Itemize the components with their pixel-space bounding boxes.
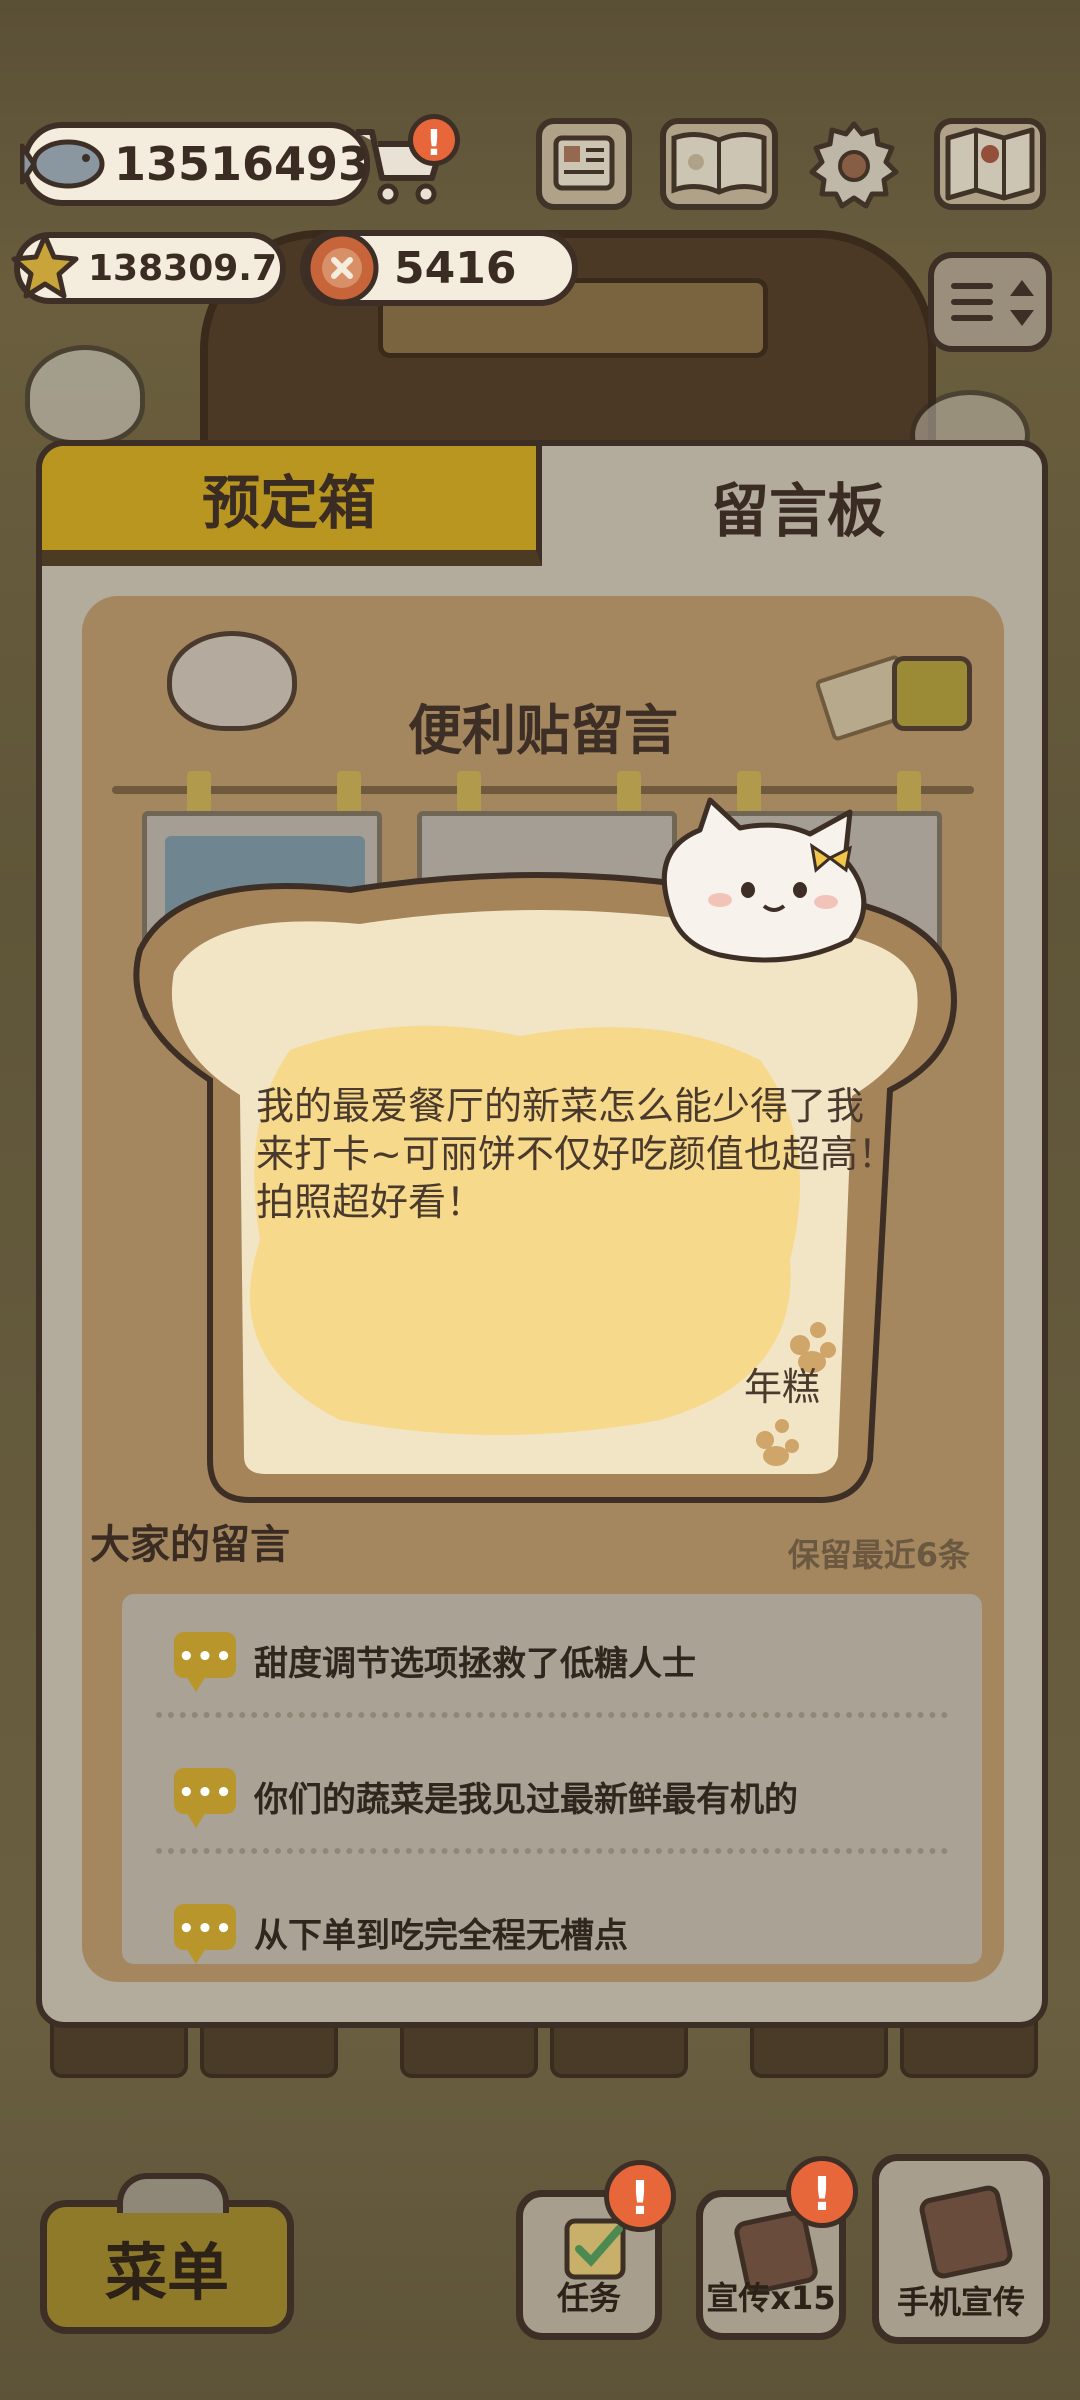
menu-button-tab bbox=[117, 2173, 229, 2213]
map-button[interactable] bbox=[934, 118, 1046, 210]
settings-button[interactable] bbox=[806, 118, 902, 210]
menu-button[interactable]: 菜单 bbox=[40, 2173, 294, 2334]
menu-button-label: 菜单 bbox=[104, 2236, 229, 2309]
recipe-book-button[interactable] bbox=[660, 118, 778, 210]
sort-toggle-icon bbox=[951, 280, 1034, 326]
comments-title: 大家的留言 bbox=[90, 1522, 290, 1568]
clip-icon bbox=[457, 771, 481, 815]
sort-toggle-button[interactable] bbox=[928, 252, 1052, 352]
comment-text: 你们的蔬菜是我见过最新鲜最有机的 bbox=[254, 1780, 798, 1820]
phone-promotion-label: 手机宣传 bbox=[896, 2283, 1025, 2321]
featured-note-author: 年糕 bbox=[744, 1365, 821, 1409]
map-icon bbox=[945, 127, 1035, 201]
divider bbox=[156, 1848, 948, 1854]
newspaper-button[interactable] bbox=[536, 118, 632, 210]
promotion-button-label: 宣传x15 bbox=[706, 2279, 836, 2317]
featured-note-text: 我的最爱餐厅的新菜怎么能少得了我来打卡~可丽饼不仅好吃颜值也超高！拍照超好看！ bbox=[256, 1084, 896, 1224]
customer-cat-background bbox=[25, 345, 145, 445]
comments-hint: 保留最近6条 bbox=[787, 1536, 970, 1574]
fish-icon bbox=[20, 139, 105, 189]
board-title: 便利贴留言 bbox=[408, 699, 678, 762]
clip-icon bbox=[337, 771, 361, 815]
coin-value: 5416 bbox=[394, 242, 517, 294]
white-cat-icon bbox=[661, 797, 867, 963]
speech-bubble-dots: ••• bbox=[178, 1642, 234, 1672]
clip-icon bbox=[897, 771, 921, 815]
star-icon bbox=[11, 233, 79, 299]
list-item: ••• 甜度调节选项拯救了低糖人士 bbox=[122, 1594, 982, 1724]
star-rating-value: 138309.7 bbox=[88, 247, 278, 289]
speech-bubble-dots: ••• bbox=[178, 1778, 234, 1808]
newspaper-icon bbox=[553, 135, 615, 191]
tab-message-board[interactable]: 留言板 bbox=[548, 446, 1042, 566]
tab-reservation-box[interactable]: 预定箱 bbox=[42, 446, 542, 566]
promotion-alert-badge: ! bbox=[786, 2156, 858, 2228]
comments-list[interactable]: ••• 甜度调节选项拯救了低糖人士 ••• 你们的蔬菜是我见过最新鲜最有机的 •… bbox=[122, 1594, 982, 1964]
task-alert-badge: ! bbox=[604, 2160, 676, 2232]
coin-icon bbox=[305, 231, 379, 305]
phone-promotion-icon bbox=[917, 2183, 1015, 2281]
list-item: ••• 从下单到吃完全程无槽点 bbox=[122, 1866, 982, 1964]
speech-bubble-dots: ••• bbox=[178, 1914, 234, 1944]
fish-currency-value: 13516493 bbox=[114, 137, 371, 191]
recipe-book-icon bbox=[671, 132, 767, 195]
clip-icon bbox=[617, 771, 641, 815]
phone-promotion-button[interactable]: 手机宣传 bbox=[872, 2154, 1050, 2344]
comment-text: 从下单到吃完全程无槽点 bbox=[254, 1916, 628, 1956]
cart-alert-badge: ! bbox=[408, 114, 460, 166]
list-item: ••• 你们的蔬菜是我见过最新鲜最有机的 bbox=[122, 1730, 982, 1860]
comment-text: 甜度调节选项拯救了低糖人士 bbox=[254, 1644, 696, 1684]
task-button-label: 任务 bbox=[556, 2279, 621, 2317]
settings-gear-icon bbox=[809, 121, 899, 209]
divider bbox=[156, 1712, 948, 1718]
clip-icon bbox=[187, 771, 211, 815]
